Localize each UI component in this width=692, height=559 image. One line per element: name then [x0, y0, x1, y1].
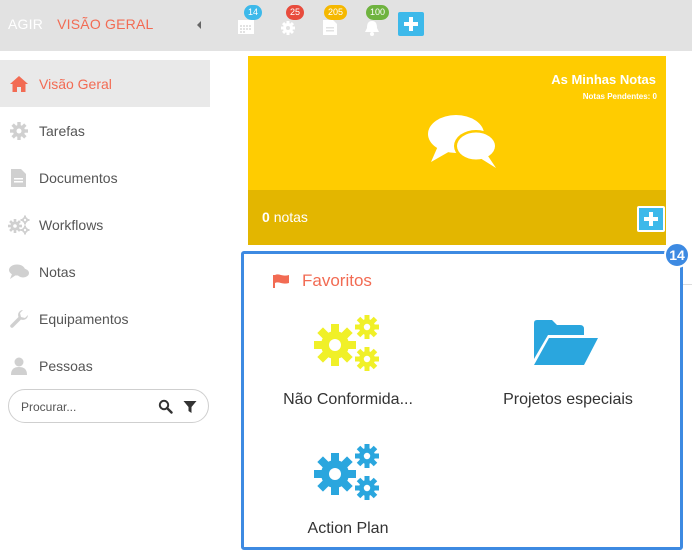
- chat-icon: [8, 261, 30, 283]
- plus-icon: [404, 17, 418, 31]
- sidebar-item-visao-geral[interactable]: Visão Geral: [0, 60, 210, 107]
- sidebar-item-label: Equipamentos: [39, 310, 129, 327]
- search-box: [8, 389, 209, 423]
- sidebar: Visão Geral Tarefas Documentos Workflows…: [0, 60, 215, 423]
- gear-icon: [8, 120, 30, 142]
- sidebar-item-equipamentos[interactable]: Equipamentos: [0, 295, 210, 342]
- app-window: AGIR VISÃO GERAL 14 25 205 100 Visão Ger…: [0, 0, 692, 559]
- notes-widget: As Minhas Notas Notas Pendentes: 0 0 not…: [248, 56, 666, 245]
- top-bar: AGIR VISÃO GERAL 14 25 205 100: [0, 0, 692, 51]
- sidebar-item-notas[interactable]: Notas: [0, 248, 210, 295]
- collapse-sidebar-icon[interactable]: [194, 18, 204, 32]
- document-icon: [8, 167, 30, 189]
- person-icon: [8, 355, 30, 377]
- sidebar-item-label: Visão Geral: [39, 75, 112, 92]
- favorite-label: Action Plan: [307, 520, 389, 537]
- tasks-button[interactable]: 25: [276, 5, 305, 37]
- add-button[interactable]: [398, 12, 424, 36]
- gears-icon: [8, 214, 30, 236]
- wrench-icon: [8, 308, 30, 330]
- favorites-title-text: Favoritos: [302, 271, 372, 290]
- plus-icon: [644, 212, 658, 226]
- notes-count-label: notas: [273, 209, 308, 225]
- notifications-button[interactable]: 100: [360, 5, 390, 37]
- notes-pending: Notas Pendentes: 0: [582, 92, 657, 101]
- sidebar-item-workflows[interactable]: Workflows: [0, 201, 210, 248]
- notifications-badge: 100: [366, 5, 390, 20]
- documents-badge: 205: [324, 5, 348, 20]
- home-icon: [8, 73, 30, 95]
- sidebar-item-label: Tarefas: [39, 122, 85, 139]
- sidebar-item-label: Workflows: [39, 216, 104, 233]
- search-input[interactable]: [21, 397, 151, 416]
- sidebar-item-label: Pessoas: [39, 357, 93, 374]
- filter-icon[interactable]: [183, 400, 197, 414]
- notes-title: As Minhas Notas: [551, 72, 656, 87]
- sidebar-item-documentos[interactable]: Documentos: [0, 154, 210, 201]
- tasks-badge: 25: [286, 5, 305, 20]
- favorites-title: Favoritos: [272, 271, 372, 291]
- folder-open-icon: [534, 320, 598, 365]
- favorites-panel: Favoritos Não Conformida... Projetos esp…: [241, 251, 683, 550]
- favorite-nao-conformidades[interactable]: Não Conformida...: [264, 311, 432, 413]
- notes-footer: 0 notas: [248, 190, 666, 245]
- section-title: VISÃO GERAL: [57, 16, 154, 32]
- notes-count: 0 notas: [262, 209, 308, 225]
- favorite-action-plan[interactable]: Action Plan: [264, 440, 432, 542]
- brand: AGIR VISÃO GERAL: [8, 16, 153, 32]
- sidebar-item-tarefas[interactable]: Tarefas: [0, 107, 210, 154]
- gears-icon: [314, 315, 379, 371]
- flag-icon: [273, 274, 289, 288]
- app-name[interactable]: AGIR: [8, 16, 43, 32]
- gears-icon: [314, 444, 379, 500]
- documents-button[interactable]: 205: [318, 5, 348, 37]
- notes-count-value: 0: [262, 209, 270, 225]
- calendar-badge: 14: [244, 5, 263, 20]
- add-note-button[interactable]: [637, 206, 665, 232]
- search-icon[interactable]: [158, 399, 173, 414]
- chat-icon: [428, 115, 498, 168]
- sidebar-item-label: Documentos: [39, 169, 118, 186]
- favorite-projetos-especiais[interactable]: Projetos especiais: [484, 311, 652, 413]
- step-number-badge: 14: [664, 242, 690, 268]
- sidebar-item-label: Notas: [39, 263, 76, 280]
- favorite-label: Não Conformida...: [283, 391, 413, 408]
- calendar-button[interactable]: 14: [234, 5, 263, 37]
- sidebar-item-pessoas[interactable]: Pessoas: [0, 342, 210, 389]
- favorite-label: Projetos especiais: [503, 391, 633, 408]
